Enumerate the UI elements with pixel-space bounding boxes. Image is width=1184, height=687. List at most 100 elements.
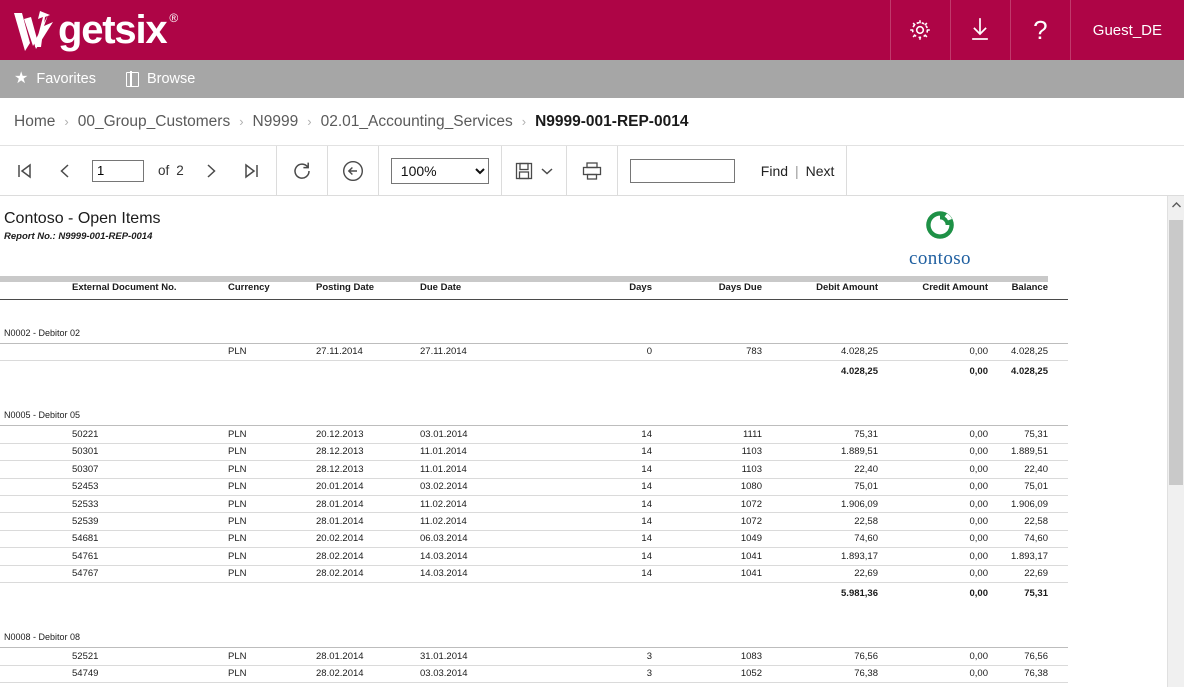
- report-page: Contoso - Open Items Report No.: N9999-0…: [0, 196, 1068, 687]
- column-header-credit-amount: Credit Amount: [922, 282, 988, 293]
- cell-balance: 75,01: [988, 478, 1068, 496]
- export-button[interactable]: [514, 161, 554, 181]
- last-page-icon: [245, 163, 258, 178]
- cell-currency: PLN: [228, 665, 316, 684]
- find-group: Find | Next: [618, 146, 848, 195]
- total-balance: 76,56: [988, 683, 1068, 687]
- column-header-due-date: Due Date: [420, 282, 462, 293]
- cell-credit: 0,00: [878, 478, 988, 496]
- find-next-button[interactable]: Next: [806, 163, 835, 179]
- chevron-right-icon: [207, 163, 216, 178]
- cell-credit: 0,00: [878, 495, 988, 514]
- header-actions: ? Guest_DE: [889, 0, 1184, 60]
- registered-trademark: ®: [169, 11, 179, 25]
- settings-button[interactable]: [889, 0, 950, 60]
- cell-days: 3: [540, 665, 652, 684]
- vertical-scrollbar[interactable]: [1167, 196, 1184, 687]
- scroll-down-button[interactable]: [1168, 681, 1184, 687]
- cell-credit: 0,00: [878, 343, 988, 361]
- back-group: [328, 146, 379, 195]
- table-body: N0002 - Debitor 02 PLN 27.11.2014 27.11.201…: [0, 300, 1068, 687]
- cell-posting-date: 20.02.2014: [316, 530, 420, 549]
- cell-doc: 50307: [0, 460, 228, 479]
- cell-debit: 75,31: [762, 425, 878, 444]
- scroll-up-button[interactable]: [1168, 196, 1184, 213]
- find-separator: |: [795, 162, 799, 179]
- cell-currency: PLN: [228, 530, 316, 549]
- download-button[interactable]: [949, 0, 1010, 60]
- cell-debit: 4.028,25: [762, 343, 878, 361]
- gear-icon: [910, 20, 931, 40]
- table-total-row: 5.981,36 0,00 75,31: [0, 582, 1068, 604]
- cell-currency: PLN: [228, 343, 316, 361]
- cell-debit: 22,40: [762, 460, 878, 479]
- cell-posting-date: 27.11.2014: [316, 343, 420, 361]
- cell-days-due: 1049: [652, 530, 762, 549]
- browse-label: Browse: [146, 71, 196, 87]
- table-header-row: External Document No. Currency Posting D…: [0, 282, 1068, 300]
- cell-credit: 0,00: [878, 460, 988, 479]
- zoom-level-select[interactable]: 100%: [390, 157, 489, 184]
- cell-doc: 54761: [0, 547, 228, 566]
- last-page-button[interactable]: [238, 158, 264, 184]
- help-button[interactable]: ?: [1009, 0, 1070, 60]
- cell-debit: 76,56: [762, 647, 878, 666]
- cell-posting-date: 28.01.2014: [316, 647, 420, 666]
- user-menu[interactable]: Guest_DE: [1069, 0, 1184, 60]
- cell-days: 14: [540, 547, 652, 566]
- column-header-external-document-no: External Document No.: [72, 282, 177, 293]
- scrollbar-thumb[interactable]: [1169, 220, 1183, 485]
- user-name-label: Guest_DE: [1092, 21, 1162, 39]
- download-icon: [972, 18, 989, 40]
- first-page-button[interactable]: [12, 158, 38, 184]
- open-items-table: External Document No. Currency Posting D…: [0, 282, 1068, 687]
- cell-credit: 0,00: [878, 425, 988, 444]
- refresh-icon: [294, 162, 310, 179]
- refresh-group: [277, 146, 328, 195]
- chevron-up-icon: [1171, 201, 1181, 207]
- cell-debit: 76,38: [762, 665, 878, 684]
- find-button[interactable]: Find: [761, 163, 788, 179]
- print-button[interactable]: [579, 158, 605, 184]
- back-to-parent-report-button[interactable]: [340, 158, 366, 184]
- cell-days: 3: [540, 647, 652, 666]
- getsix-arrow-mark-icon: [14, 11, 53, 51]
- table-row: 52539 PLN 28.01.2014 11.02.2014 14 1072 22,58 0…: [0, 512, 1068, 531]
- pagination-group: of 2: [0, 146, 277, 195]
- contoso-wordmark: contoso: [909, 248, 971, 269]
- column-header-days-due: Days Due: [718, 282, 762, 293]
- column-header-currency: Currency: [228, 282, 270, 293]
- cell-days-due: 1041: [652, 565, 762, 583]
- cell-credit: 0,00: [878, 512, 988, 531]
- cell-currency: PLN: [228, 425, 316, 444]
- breadcrumb-item-n9999[interactable]: N9999: [253, 113, 299, 131]
- chevron-right-icon: ›: [239, 114, 244, 129]
- table-group-header: N0008 - Debitor 08: [0, 630, 1068, 649]
- nav-item-browse[interactable]: Browse: [125, 70, 196, 88]
- refresh-button[interactable]: [289, 158, 315, 184]
- contoso-logo: contoso: [880, 208, 1000, 270]
- find-input[interactable]: [629, 158, 735, 183]
- getsix-logo[interactable]: getsix ®: [0, 0, 178, 60]
- cell-currency: PLN: [228, 647, 316, 666]
- breadcrumb-item-home[interactable]: Home: [14, 113, 55, 131]
- cell-due-date: 03.02.2014: [420, 478, 540, 496]
- page-number-input[interactable]: [92, 159, 144, 182]
- cell-due-date: 14.03.2014: [420, 565, 540, 583]
- report-viewer-toolbar: of 2: [0, 146, 1184, 196]
- breadcrumb-item-accounting-services[interactable]: 02.01_Accounting_Services: [321, 113, 513, 131]
- nav-item-favorites[interactable]: ★ Favorites: [14, 70, 96, 88]
- previous-page-button[interactable]: [52, 158, 78, 184]
- breadcrumb-item-group-customers[interactable]: 00_Group_Customers: [78, 113, 231, 131]
- next-page-button[interactable]: [198, 158, 224, 184]
- table-group-header: N0005 - Debitor 05: [0, 408, 1068, 427]
- cell-due-date: 06.03.2014: [420, 530, 540, 549]
- cell-days-due: 1083: [652, 647, 762, 666]
- cell-days: 14: [540, 495, 652, 514]
- star-icon: ★: [14, 70, 29, 87]
- cell-balance: 22,40: [988, 460, 1068, 479]
- cell-balance: 1.889,51: [988, 443, 1068, 462]
- column-header-posting-date: Posting Date: [316, 282, 375, 293]
- export-group: [502, 146, 567, 195]
- chevron-right-icon: ›: [64, 114, 69, 129]
